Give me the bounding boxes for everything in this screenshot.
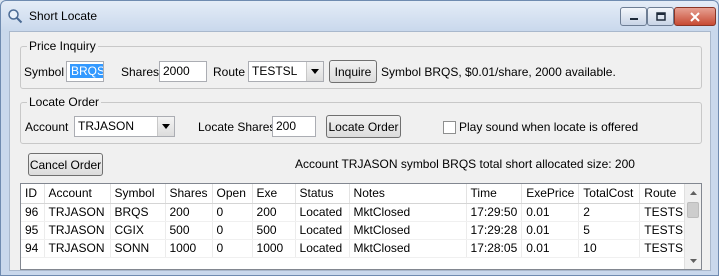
- chevron-down-icon[interactable]: [157, 117, 174, 136]
- cell-notes: MktClosed: [349, 203, 467, 222]
- maximize-icon: [655, 11, 666, 21]
- column-header-symbol[interactable]: Symbol: [110, 184, 166, 204]
- orders-table-grid: ID Account Symbol Shares Open Exe Status…: [21, 184, 695, 258]
- orders-table[interactable]: ID Account Symbol Shares Open Exe Status…: [20, 183, 702, 270]
- cell-account: TRJASON: [44, 221, 111, 240]
- shares-input[interactable]: 2000: [159, 61, 207, 82]
- cell-exeprice: 0.01: [521, 203, 580, 222]
- cell-status: Located: [295, 203, 350, 222]
- column-header-time[interactable]: Time: [466, 184, 523, 204]
- account-select[interactable]: TRJASON: [74, 116, 175, 137]
- short-locate-window: Short Locate Price Inquiry Symbol BRQS S…: [0, 0, 719, 276]
- minimize-icon: [629, 17, 638, 20]
- minimize-button[interactable]: [620, 7, 647, 26]
- column-header-notes[interactable]: Notes: [349, 184, 467, 204]
- cancel-order-button[interactable]: Cancel Order: [28, 153, 103, 176]
- cell-notes: MktClosed: [349, 239, 467, 258]
- window-title: Short Locate: [29, 9, 98, 23]
- close-icon: [690, 11, 700, 22]
- column-header-open[interactable]: Open: [212, 184, 253, 204]
- cell-exe: 500: [252, 221, 296, 240]
- cell-shares: 1000: [165, 239, 213, 258]
- locate-shares-input[interactable]: 200: [272, 116, 316, 137]
- maximize-button[interactable]: [647, 7, 674, 26]
- cell-open: 0: [212, 221, 253, 240]
- column-header-account[interactable]: Account: [44, 184, 111, 204]
- cell-exeprice: 0.01: [521, 239, 580, 258]
- locate-order-legend: Locate Order: [27, 95, 102, 109]
- cell-notes: MktClosed: [349, 221, 467, 240]
- cell-symbol: SONN: [110, 239, 166, 258]
- cell-totalcost: 2: [578, 203, 641, 222]
- cell-shares: 200: [165, 203, 213, 222]
- cell-totalcost: 10: [578, 239, 641, 258]
- shares-label: Shares: [121, 65, 160, 79]
- play-sound-label[interactable]: Play sound when locate is offered: [459, 120, 638, 134]
- cell-account: TRJASON: [44, 239, 111, 258]
- scroll-up-icon[interactable]: [685, 184, 701, 201]
- cell-time: 17:29:28: [466, 221, 523, 240]
- route-select[interactable]: TESTSL: [248, 61, 324, 82]
- locate-shares-label: Locate Shares: [198, 120, 276, 134]
- table-header-row: ID Account Symbol Shares Open Exe Status…: [21, 184, 695, 204]
- play-sound-checkbox[interactable]: [443, 121, 456, 134]
- locate-order-group: Locate Order Account TRJASON Locate Shar…: [20, 95, 702, 144]
- window-client-area: Price Inquiry Symbol BRQS Shares 2000 Ro…: [9, 31, 711, 271]
- cell-symbol: BRQS: [110, 203, 166, 222]
- close-button[interactable]: [674, 7, 716, 26]
- account-select-value: TRJASON: [78, 119, 135, 133]
- route-label: Route: [213, 65, 246, 79]
- column-header-status[interactable]: Status: [295, 184, 350, 204]
- scroll-down-icon[interactable]: [685, 252, 701, 269]
- column-header-exeprice[interactable]: ExePrice: [521, 184, 580, 204]
- symbol-input[interactable]: BRQS: [66, 61, 104, 82]
- cell-time: 17:29:50: [466, 203, 523, 222]
- scrollbar-thumb[interactable]: [687, 202, 699, 218]
- table-row[interactable]: 94 TRJASON SONN 1000 0 1000 Located MktC…: [21, 239, 695, 258]
- column-header-shares[interactable]: Shares: [165, 184, 213, 204]
- cell-exe: 200: [252, 203, 296, 222]
- route-select-value: TESTSL: [252, 64, 298, 78]
- locate-order-button[interactable]: Locate Order: [326, 115, 401, 138]
- title-bar[interactable]: Short Locate: [1, 1, 718, 31]
- cell-symbol: CGIX: [110, 221, 166, 240]
- table-row[interactable]: 95 TRJASON CGIX 500 0 500 Located MktClo…: [21, 221, 695, 240]
- cell-id: 95: [21, 221, 45, 240]
- vertical-scrollbar[interactable]: [684, 184, 701, 269]
- column-header-id[interactable]: ID: [21, 184, 45, 204]
- symbol-input-value: BRQS: [70, 64, 103, 78]
- account-label: Account: [25, 120, 69, 134]
- price-inquiry-group: Price Inquiry Symbol BRQS Shares 2000 Ro…: [20, 39, 702, 89]
- cell-shares: 500: [165, 221, 213, 240]
- column-header-exe[interactable]: Exe: [252, 184, 296, 204]
- cell-exe: 1000: [252, 239, 296, 258]
- price-inquiry-legend: Price Inquiry: [27, 39, 98, 53]
- price-inquiry-result: Symbol BRQS, $0.01/share, 2000 available…: [381, 65, 616, 79]
- allocation-summary: Account TRJASON symbol BRQS total short …: [295, 157, 635, 171]
- cell-exeprice: 0.01: [521, 221, 580, 240]
- symbol-label: Symbol: [24, 65, 65, 79]
- cell-open: 0: [212, 203, 253, 222]
- cell-status: Located: [295, 221, 350, 240]
- cell-id: 96: [21, 203, 45, 222]
- cell-time: 17:28:05: [466, 239, 523, 258]
- table-row[interactable]: 96 TRJASON BRQS 200 0 200 Located MktClo…: [21, 203, 695, 222]
- chevron-down-icon[interactable]: [306, 62, 323, 81]
- search-icon: [7, 8, 23, 24]
- cell-open: 0: [212, 239, 253, 258]
- cell-account: TRJASON: [44, 203, 111, 222]
- column-header-totalcost[interactable]: TotalCost: [578, 184, 641, 204]
- cell-id: 94: [21, 239, 45, 258]
- inquire-button[interactable]: Inquire: [329, 60, 377, 83]
- cell-totalcost: 5: [578, 221, 641, 240]
- cell-status: Located: [295, 239, 350, 258]
